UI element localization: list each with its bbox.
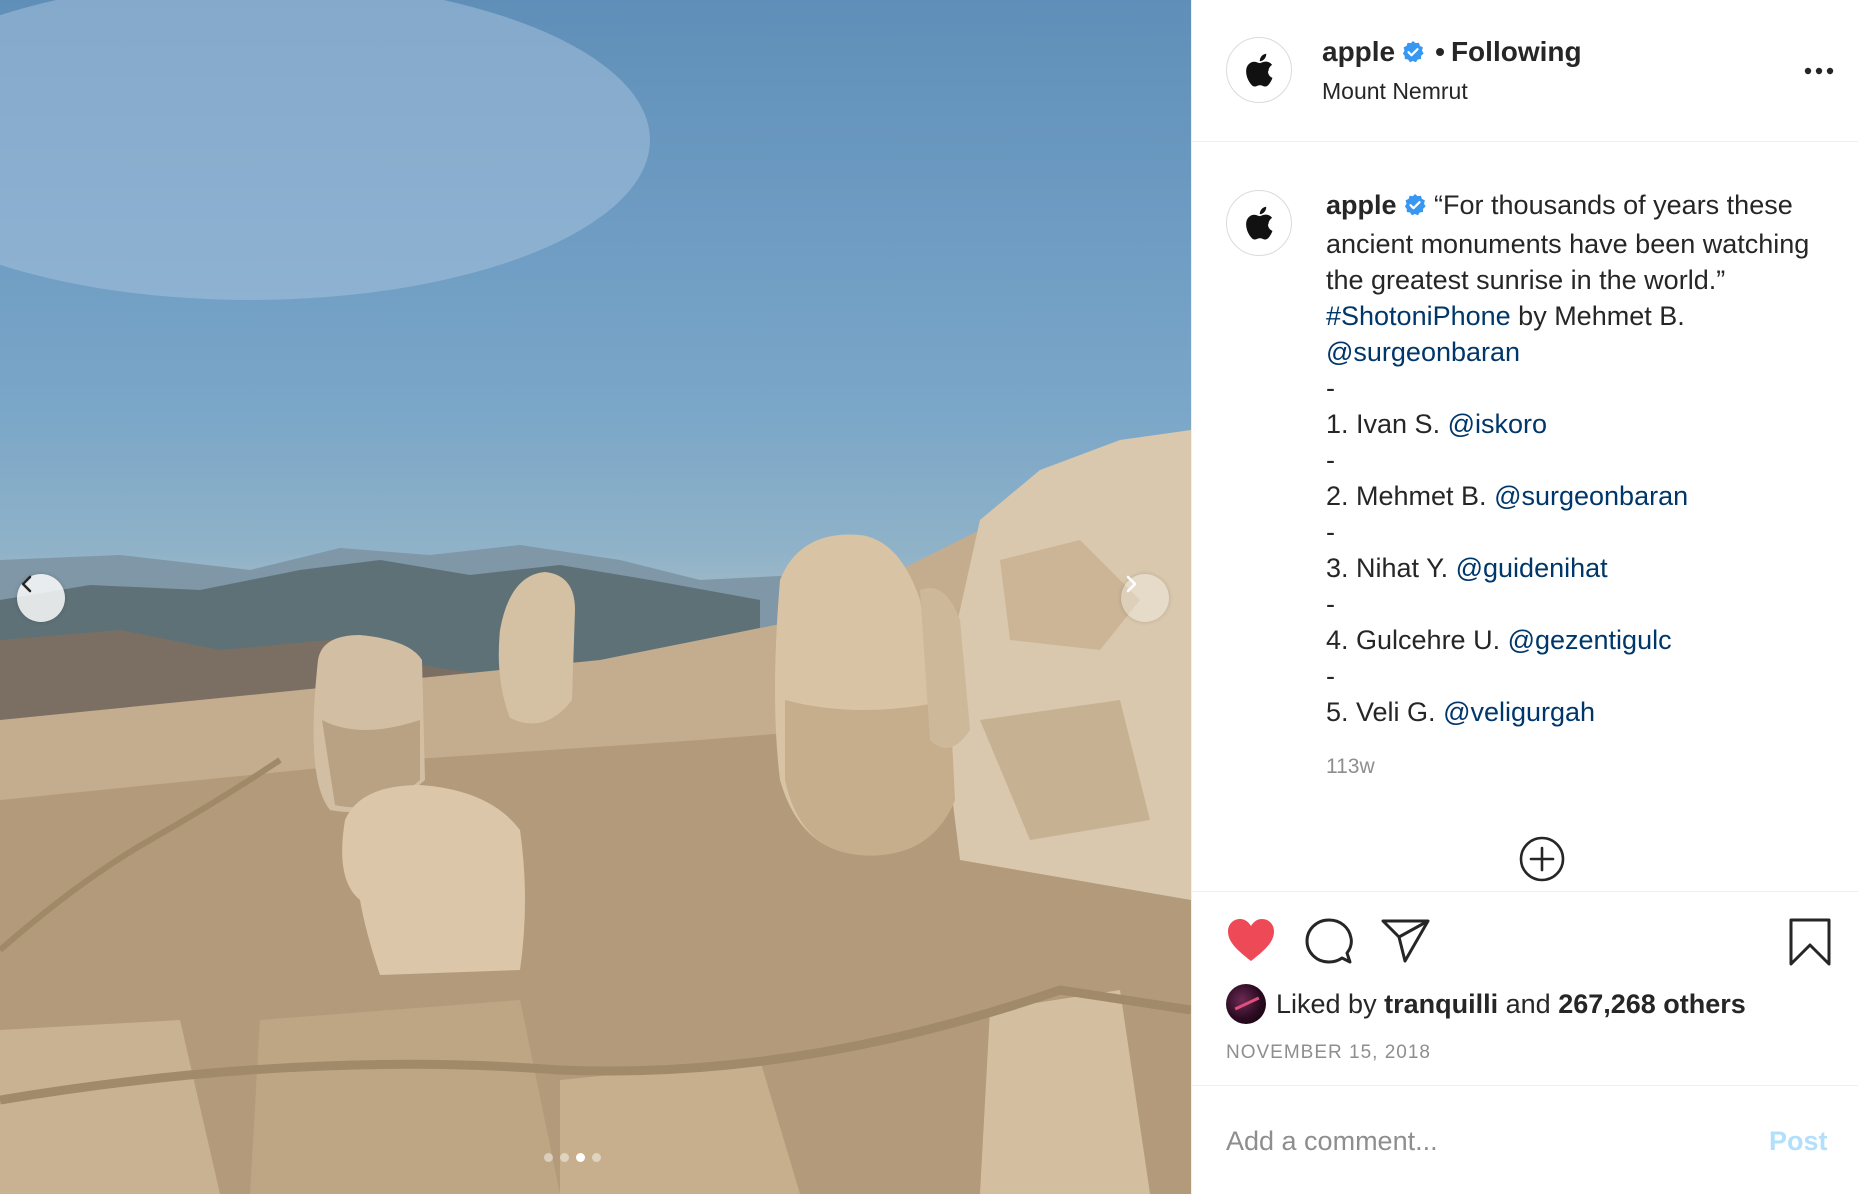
post-comment-button[interactable]: Post [1769,1126,1828,1157]
likes-count[interactable]: 267,268 others [1558,989,1746,1020]
previous-photo-button[interactable] [17,574,65,622]
header-separator: • [1435,36,1445,67]
caption-segment: - 1. Ivan S. [1326,373,1441,439]
post-date[interactable]: NOVEMBER 15, 2018 [1226,1042,1431,1064]
apple-logo-icon [1246,53,1273,87]
liker-avatar[interactable] [1226,984,1266,1024]
next-photo-button[interactable] [1121,574,1169,622]
carousel-dot [560,1153,569,1162]
photo-scene [0,0,1191,1194]
chevron-right-icon [1126,575,1137,593]
liked-prefix: Liked by [1276,988,1377,1019]
post-header: apple • Following Mount Nemrut [1192,0,1858,142]
following-button[interactable]: Following [1451,36,1582,67]
liked-by-user[interactable]: tranquilli [1384,989,1498,1020]
share-button[interactable] [1380,917,1432,970]
caption-link[interactable]: @surgeonbaran [1326,337,1520,367]
caption-segment: “For thousands of years these ancient mo… [1326,190,1810,295]
caption-link[interactable]: @gezentigulc [1508,625,1672,655]
comment-bubble-icon [1305,918,1353,964]
caption-link[interactable]: @surgeonbaran [1494,481,1688,511]
load-more-comments-button[interactable] [1517,834,1567,884]
like-button[interactable] [1226,917,1276,968]
post-actions: Liked by tranquilli and 267,268 others N… [1192,891,1858,1085]
carousel-dot [544,1153,553,1162]
apple-logo-icon [1246,206,1273,240]
comment-form: Post [1192,1085,1858,1194]
caption-segment: - 5. Veli G. [1326,661,1436,727]
avatar[interactable] [1226,37,1292,103]
liked-and: and [1505,988,1551,1019]
avatar[interactable] [1226,190,1292,256]
caption-segment: - 4. Gulcehre U. [1326,589,1501,655]
caption-username[interactable]: apple [1326,190,1397,220]
likes-summary: Liked by tranquilli and 267,268 others [1226,984,1746,1024]
header-username[interactable]: apple [1322,36,1395,67]
caption-link[interactable]: @veligurgah [1443,697,1595,727]
plus-circle-icon [1519,836,1565,882]
header-user-line: apple • Following [1322,36,1582,71]
caption-link[interactable]: #ShotoniPhone [1326,301,1511,331]
save-button[interactable] [1788,917,1832,972]
more-dots-icon [1804,67,1834,75]
comment-button[interactable] [1304,917,1354,970]
caption-link[interactable]: @guidenihat [1456,553,1608,583]
carousel-dot [592,1153,601,1162]
post-side-panel: apple • Following Mount Nemrut apple “For … [1191,0,1858,1194]
chevron-left-icon [21,575,32,593]
caption-link[interactable]: @iskoro [1448,409,1547,439]
verified-badge-icon [1401,39,1425,71]
carousel-dot-active [576,1153,585,1162]
caption-segment: - 2. Mehmet B. [1326,445,1487,511]
paper-plane-icon [1381,919,1430,963]
caption-segment: by Mehmet B. [1510,301,1685,331]
verified-badge-icon [1403,190,1427,226]
caption-segment: - 3. Nihat Y. [1326,517,1449,583]
post-age[interactable]: 113w [1326,755,1375,779]
caption-text: apple “For thousands of years these anci… [1326,187,1836,730]
caption-area: apple “For thousands of years these anci… [1192,143,1858,891]
carousel-indicator [544,1153,601,1162]
more-options-button[interactable] [1799,56,1839,86]
bookmark-icon [1789,918,1831,966]
post-photo[interactable] [0,0,1191,1194]
location-link[interactable]: Mount Nemrut [1322,78,1468,105]
comment-input[interactable] [1226,1116,1726,1166]
caption-body: “For thousands of years these ancient mo… [1326,190,1809,727]
heart-filled-icon [1228,919,1274,961]
